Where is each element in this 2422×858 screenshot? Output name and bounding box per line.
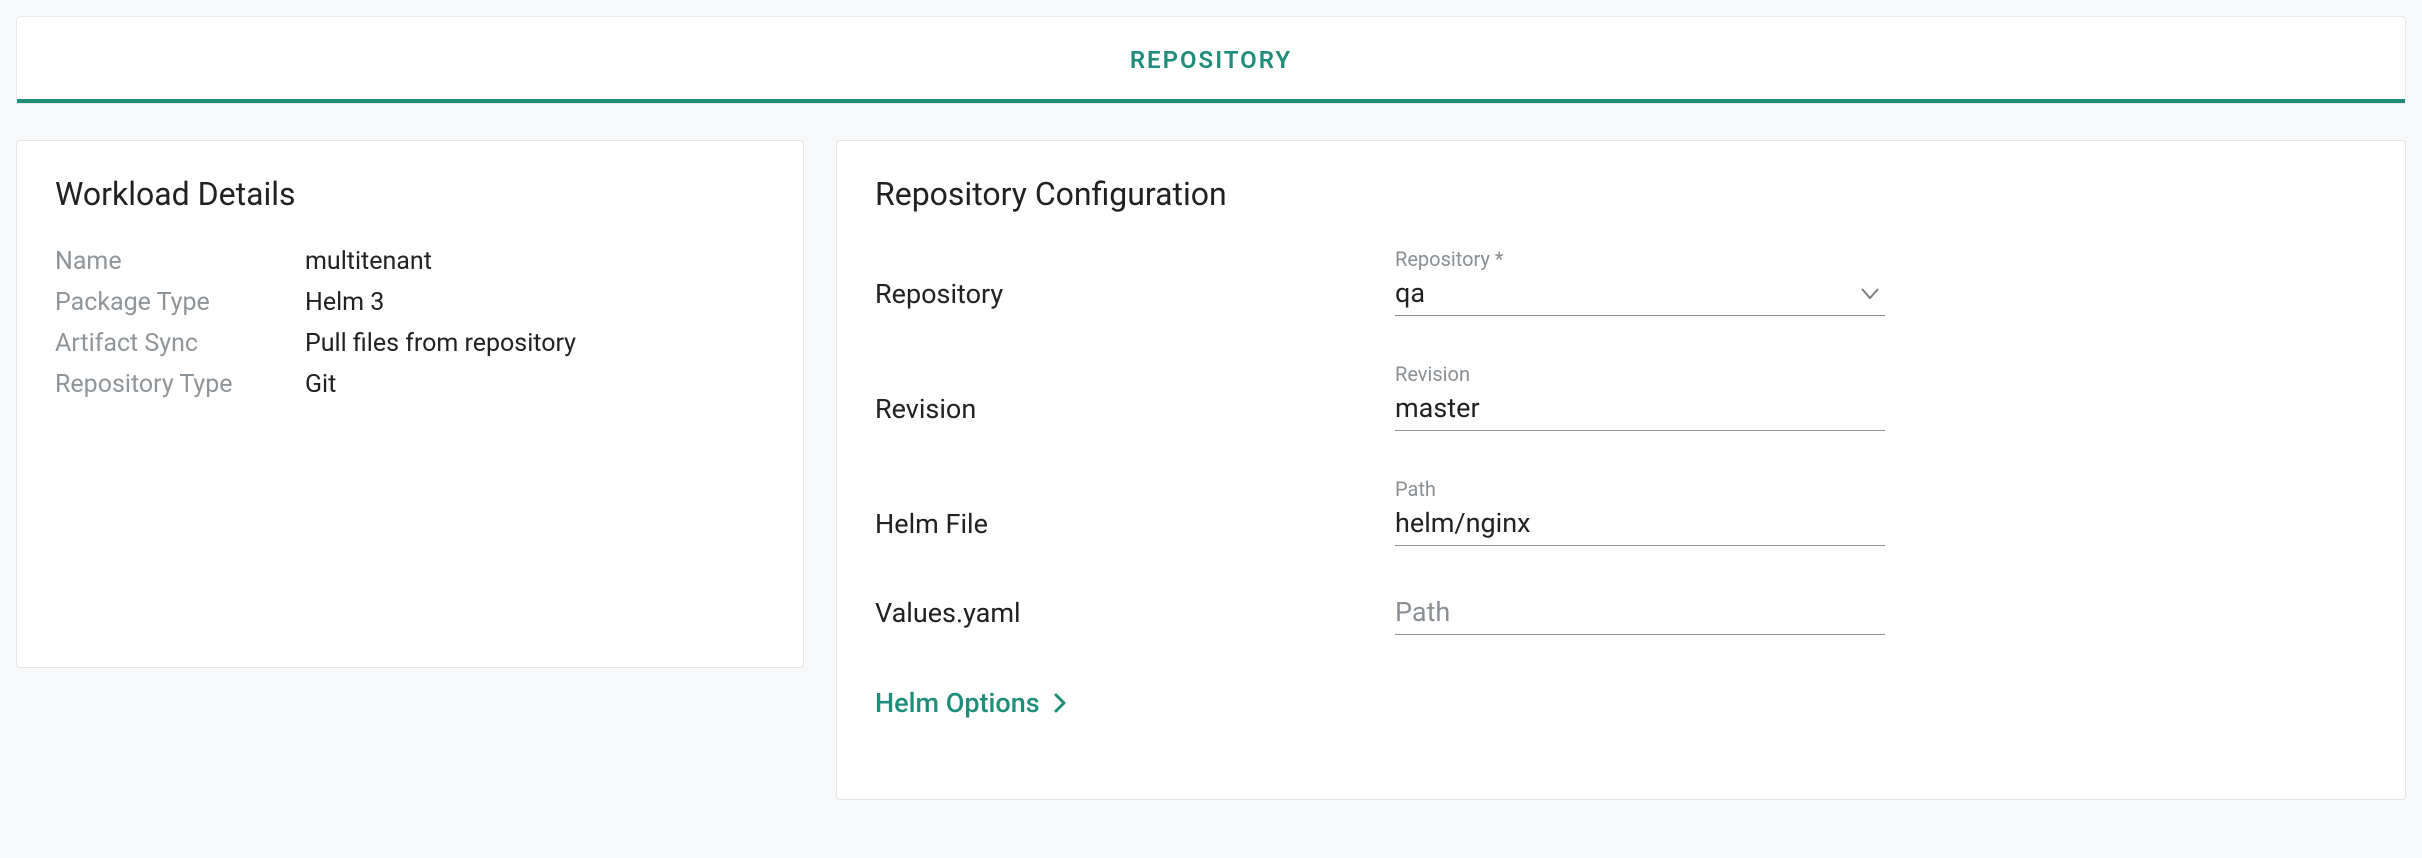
detail-package-type-value: Helm 3 — [305, 288, 765, 317]
detail-name-label: Name — [55, 247, 305, 276]
repository-row-label: Repository — [875, 278, 1395, 316]
helm-options-label: Helm Options — [875, 687, 1040, 719]
chevron-right-icon — [1054, 693, 1066, 713]
detail-package-type-label: Package Type — [55, 288, 305, 317]
revision-float-label: Revision — [1395, 362, 1885, 386]
detail-name-value: multitenant — [305, 247, 765, 276]
repository-configuration-title: Repository Configuration — [875, 175, 2367, 213]
workload-details-title: Workload Details — [55, 175, 765, 213]
workload-details-grid: Name multitenant Package Type Helm 3 Art… — [55, 247, 765, 399]
tab-repository[interactable]: REPOSITORY — [1130, 46, 1292, 74]
helm-file-row-label: Helm File — [875, 508, 1395, 546]
config-row-values-yaml: Values.yaml — [875, 592, 2367, 635]
config-row-helm-file: Helm File Path — [875, 477, 2367, 546]
path-float-label: Path — [1395, 477, 1885, 501]
revision-field[interactable]: Revision — [1395, 362, 1885, 431]
helm-file-input[interactable] — [1395, 503, 1885, 546]
config-row-repository: Repository Repository * — [875, 247, 2367, 316]
values-yaml-input[interactable] — [1395, 592, 1885, 635]
repository-select-field[interactable]: Repository * — [1395, 247, 1885, 316]
repository-float-label: Repository * — [1395, 247, 1885, 271]
revision-input[interactable] — [1395, 388, 1885, 431]
repository-select[interactable] — [1395, 273, 1885, 316]
revision-row-label: Revision — [875, 393, 1395, 431]
config-row-revision: Revision Revision — [875, 362, 2367, 431]
detail-repository-type-label: Repository Type — [55, 370, 305, 399]
detail-repository-type-value: Git — [305, 370, 765, 399]
helm-options-toggle[interactable]: Helm Options — [875, 687, 2367, 719]
tab-bar: REPOSITORY — [16, 16, 2406, 104]
detail-artifact-sync-value: Pull files from repository — [305, 329, 765, 358]
repository-configuration-card: Repository Configuration Repository Repo… — [836, 140, 2406, 800]
helm-file-field[interactable]: Path — [1395, 477, 1885, 546]
detail-artifact-sync-label: Artifact Sync — [55, 329, 305, 358]
values-yaml-row-label: Values.yaml — [875, 597, 1395, 635]
workload-details-card: Workload Details Name multitenant Packag… — [16, 140, 804, 668]
values-yaml-field[interactable] — [1395, 592, 1885, 635]
